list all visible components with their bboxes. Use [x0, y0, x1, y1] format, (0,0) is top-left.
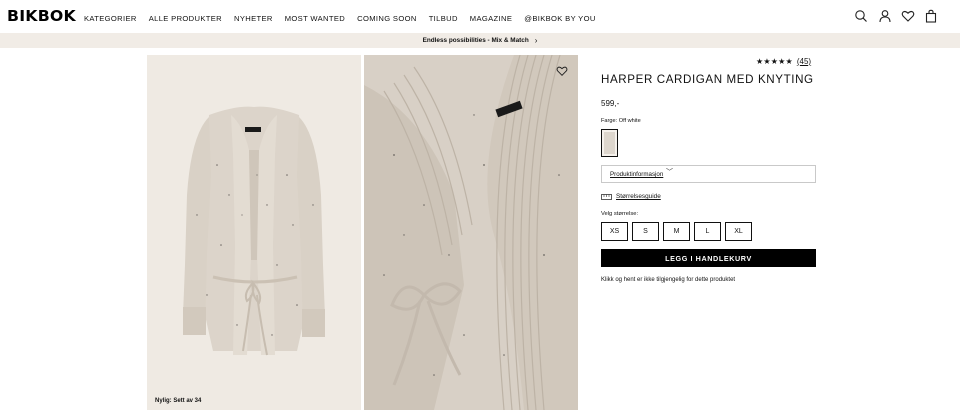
size-guide-label: Størrelsesguide [616, 193, 661, 200]
recently-viewed-badge: Nylig: Sett av 34 [155, 398, 202, 404]
size-button-l[interactable]: L [694, 222, 721, 241]
user-icon[interactable] [878, 9, 892, 23]
size-button-s[interactable]: S [632, 222, 659, 241]
product-rating: ★★★★★ (45) [756, 56, 811, 66]
ruler-icon [601, 194, 612, 200]
size-selector: XS S M L XL [601, 222, 756, 241]
product-info-label: Produktinformasjon [610, 171, 664, 178]
add-to-cart-button[interactable]: LEGG I HANDLEKURV [601, 249, 816, 267]
wishlist-heart-icon[interactable] [556, 64, 568, 76]
product-title: HARPER CARDIGAN MED KNYTING [601, 73, 814, 86]
swatch-thumbnail [604, 132, 615, 154]
nav-item-nyheter[interactable]: NYHETER [234, 14, 273, 24]
size-button-xs[interactable]: XS [601, 222, 628, 241]
heart-icon[interactable] [901, 9, 915, 23]
main-nav: KATEGORIER ALLE PRODUKTER NYHETER MOST W… [84, 14, 608, 24]
color-label: Farge: Off white [601, 118, 641, 124]
product-info-accordion[interactable]: Produktinformasjon ﹀ [601, 165, 816, 183]
size-guide-link[interactable]: Størrelsesguide [601, 192, 661, 202]
color-swatch-off-white[interactable] [601, 129, 618, 157]
promo-text: Endless possibilities - Mix & Match [422, 36, 529, 44]
size-button-xl[interactable]: XL [725, 222, 752, 241]
nav-item-tilbud[interactable]: TILBUD [429, 14, 458, 24]
rating-stars: ★★★★★ [756, 56, 793, 66]
product-image-front[interactable] [147, 55, 361, 410]
nav-item-most-wanted[interactable]: MOST WANTED [285, 14, 345, 24]
header-icons [840, 9, 960, 23]
chevron-right-icon: › [534, 35, 538, 45]
nav-item-bikbok-by-you[interactable]: @BIKBOK BY YOU [524, 14, 595, 24]
chevron-down-icon: ﹀ [666, 169, 673, 176]
nav-item-kategorier[interactable]: KATEGORIER [84, 14, 137, 24]
bag-icon[interactable] [924, 9, 938, 23]
reviews-count-link[interactable]: (45) [797, 57, 811, 66]
product-price: 599,- [601, 99, 620, 108]
nav-item-coming-soon[interactable]: COMING SOON [357, 14, 417, 24]
size-button-m[interactable]: M [663, 222, 690, 241]
pickup-note: Klikk og hent er ikke tilgjengelig for d… [601, 277, 736, 283]
choose-size-label: Velg størrelse: [601, 211, 639, 217]
product-image-detail[interactable] [364, 55, 578, 410]
logo[interactable]: BIKBOK [7, 8, 76, 24]
promo-bar[interactable]: Endless possibilities - Mix & Match › [0, 33, 960, 48]
nav-item-magazine[interactable]: MAGAZINE [470, 14, 512, 24]
search-icon[interactable] [854, 9, 868, 23]
nav-item-alle-produkter[interactable]: ALLE PRODUKTER [149, 14, 222, 24]
site-header: BIKBOK KATEGORIER ALLE PRODUKTER NYHETER… [0, 0, 960, 33]
